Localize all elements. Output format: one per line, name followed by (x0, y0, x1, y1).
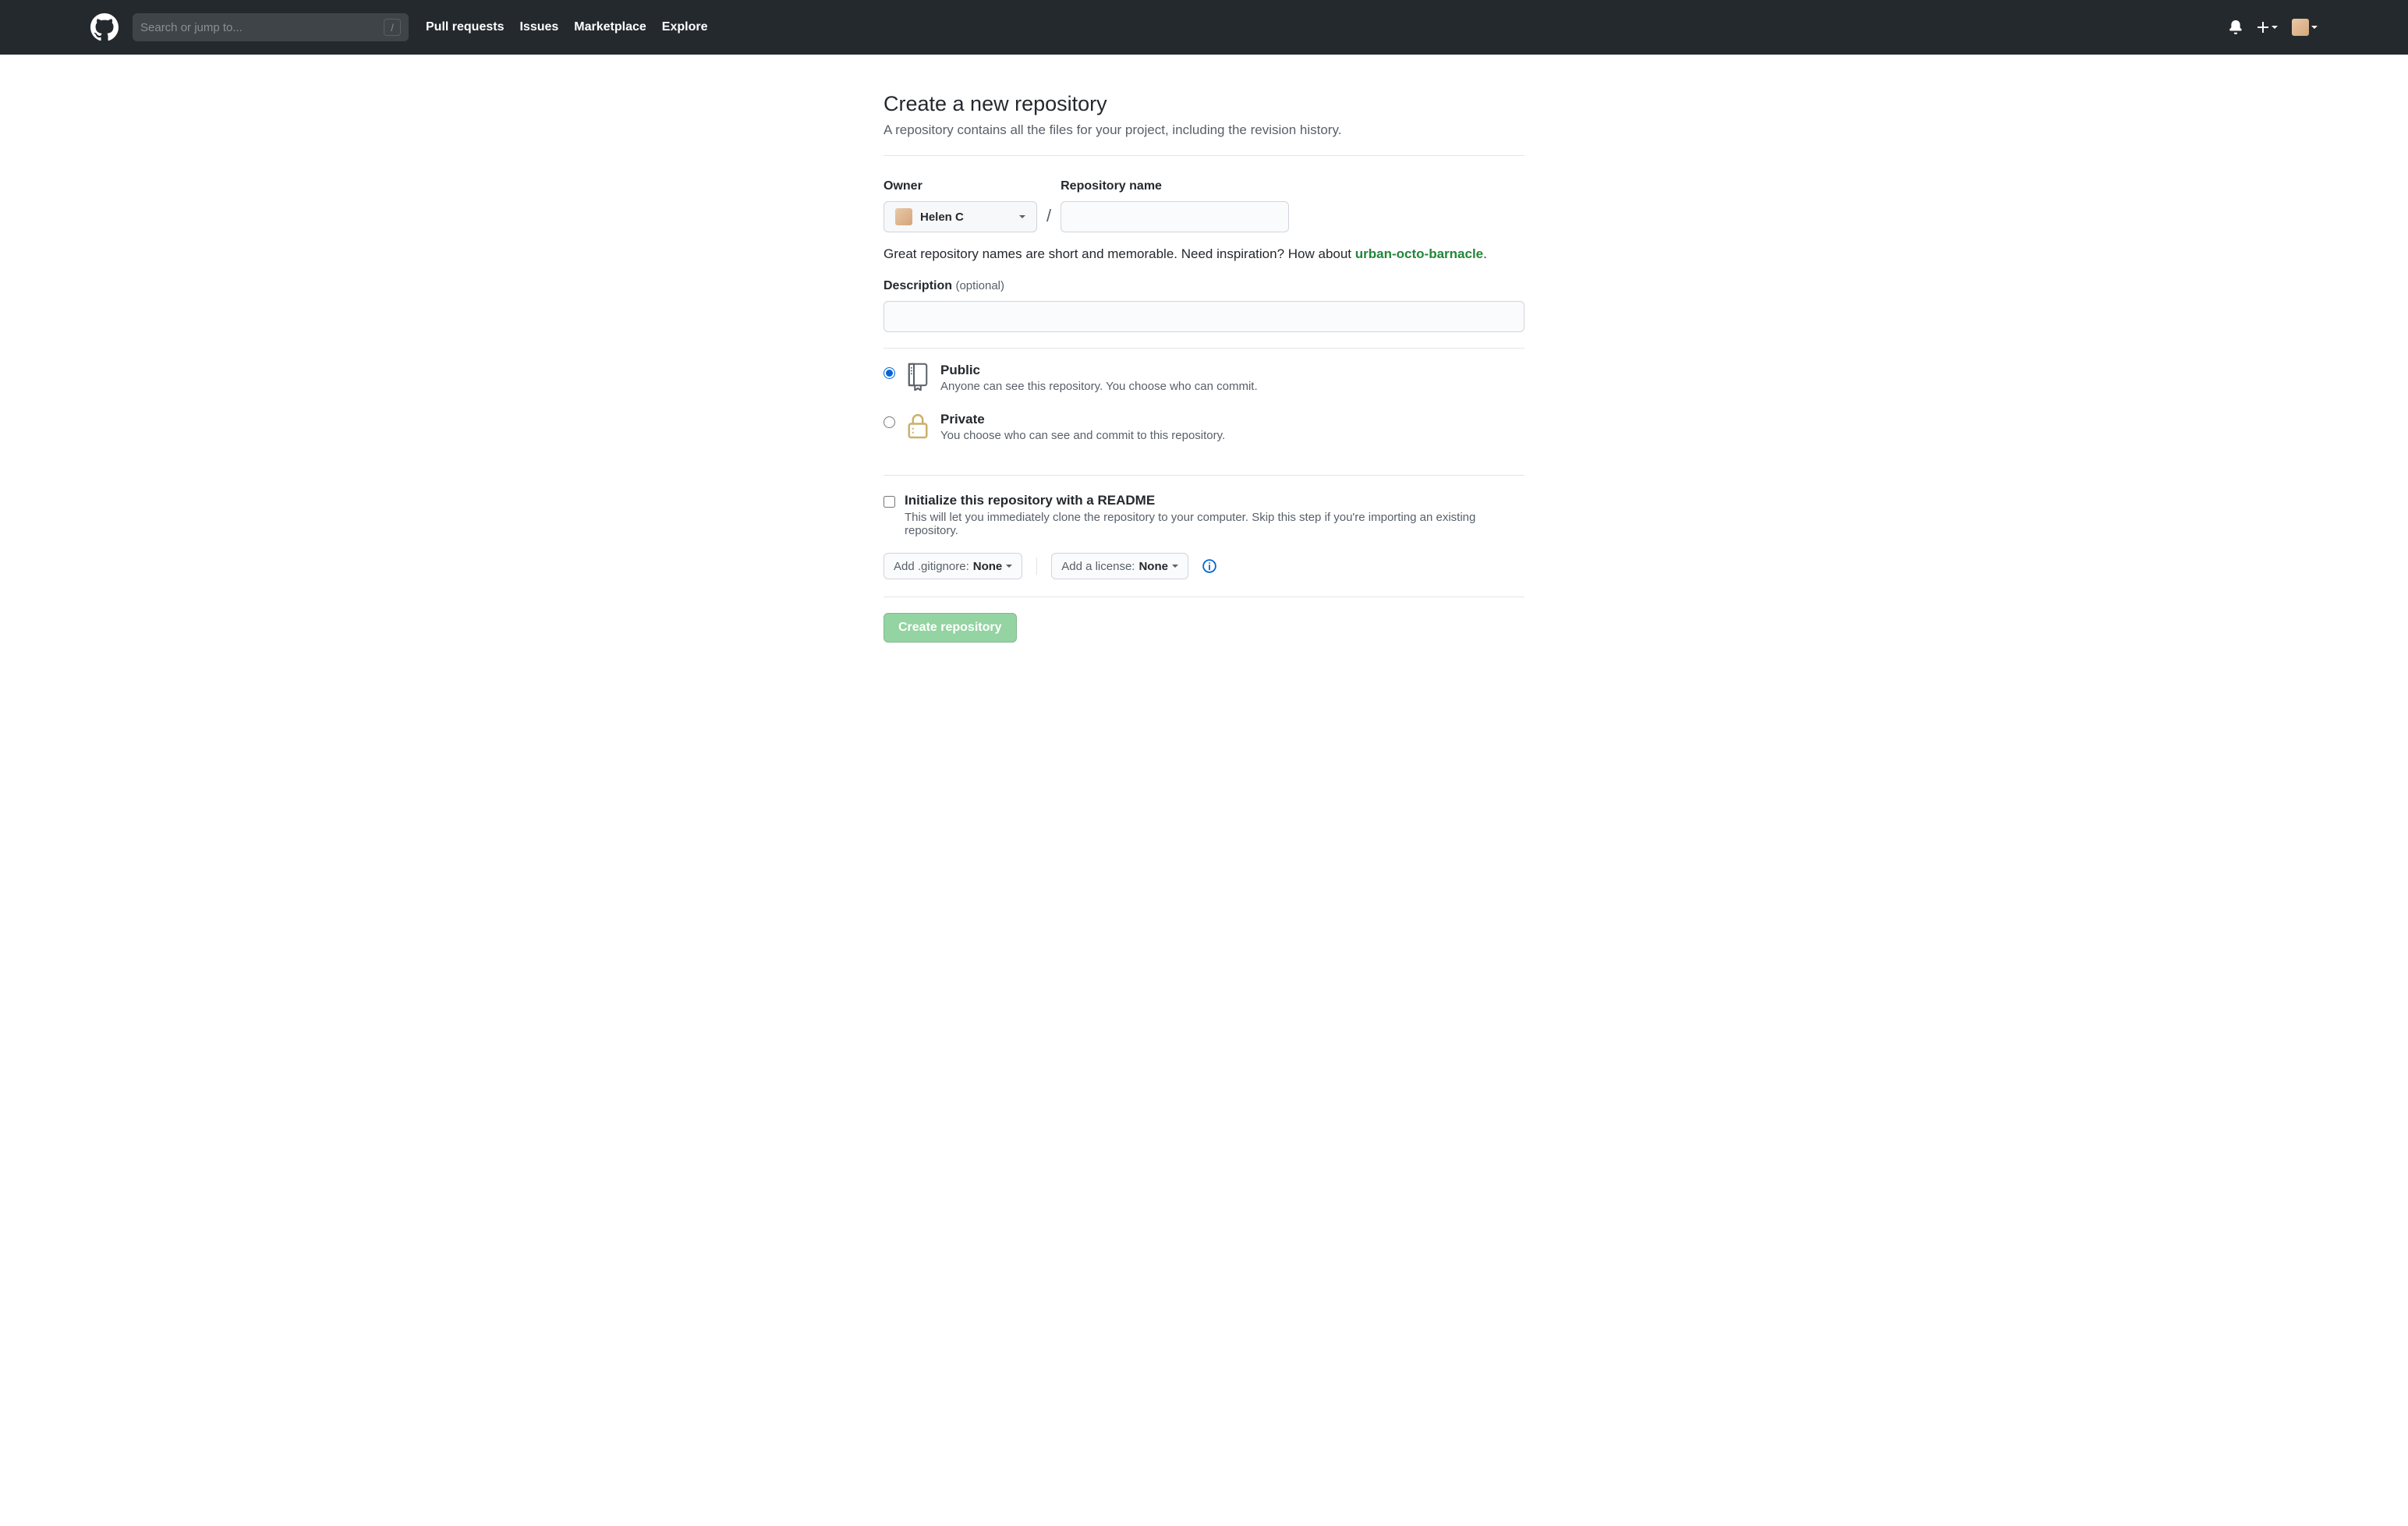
search-box[interactable]: / (133, 13, 409, 41)
gitignore-prefix: Add .gitignore: (894, 560, 969, 573)
public-radio[interactable] (884, 367, 895, 379)
repo-name-input[interactable] (1061, 201, 1289, 232)
visibility-public: Public Anyone can see this repository. Y… (884, 363, 1524, 393)
readme-check-row: Initialize this repository with a README… (884, 493, 1524, 537)
public-desc: Anyone can see this repository. You choo… (940, 380, 1258, 393)
slash-separator: / (1046, 206, 1051, 232)
readme-text: Initialize this repository with a README… (905, 493, 1482, 537)
nav-links: Pull requests Issues Marketplace Explore (426, 20, 707, 34)
owner-field: Owner Helen C (884, 179, 1037, 232)
nav-marketplace[interactable]: Marketplace (574, 20, 646, 34)
caret-down-icon (1172, 565, 1178, 568)
repo-name-field: Repository name (1061, 179, 1289, 232)
license-value: None (1138, 560, 1168, 573)
nav-pull-requests[interactable]: Pull requests (426, 20, 504, 34)
readme-desc: This will let you immediately clone the … (905, 511, 1482, 537)
slash-key-icon: / (384, 19, 401, 36)
caret-down-icon (1006, 565, 1012, 568)
description-input[interactable] (884, 301, 1524, 332)
nav-issues[interactable]: Issues (519, 20, 558, 34)
create-new-menu[interactable] (2257, 21, 2278, 34)
desc-label-text: Description (884, 279, 952, 292)
init-section: Initialize this repository with a README… (884, 476, 1524, 597)
caret-down-icon (2272, 26, 2278, 29)
avatar (2292, 19, 2309, 36)
page-title: Create a new repository (884, 92, 1524, 116)
hint-suffix: . (1483, 246, 1487, 261)
repo-icon (906, 363, 930, 391)
visibility-section: Public Anyone can see this repository. Y… (884, 349, 1524, 475)
lock-icon (906, 412, 930, 440)
caret-down-icon (2311, 26, 2318, 29)
desc-optional: (optional) (955, 279, 1004, 292)
vertical-separator (1036, 558, 1037, 575)
readme-title: Initialize this repository with a README (905, 493, 1482, 508)
gitignore-value: None (973, 560, 1003, 573)
page-subtitle: A repository contains all the files for … (884, 122, 1524, 138)
selectors-row: Add .gitignore: None Add a license: None (884, 553, 1524, 579)
public-text: Public Anyone can see this repository. Y… (940, 363, 1258, 393)
hint-prefix: Great repository names are short and mem… (884, 246, 1355, 261)
readme-checkbox[interactable] (884, 496, 895, 508)
private-desc: You choose who can see and commit to thi… (940, 429, 1225, 442)
license-prefix: Add a license: (1061, 560, 1135, 573)
public-title: Public (940, 363, 1258, 378)
private-radio[interactable] (884, 416, 895, 428)
name-suggestion[interactable]: urban-octo-barnacle (1355, 246, 1483, 261)
owner-select[interactable]: Helen C (884, 201, 1037, 232)
owner-label: Owner (884, 179, 1037, 193)
private-title: Private (940, 412, 1225, 427)
github-logo-icon[interactable] (90, 13, 119, 41)
gitignore-select[interactable]: Add .gitignore: None (884, 553, 1022, 579)
app-header: / Pull requests Issues Marketplace Explo… (0, 0, 2408, 55)
nav-explore[interactable]: Explore (662, 20, 708, 34)
repo-name-section: Owner Helen C / Repository name Great re… (884, 156, 1524, 348)
owner-value: Helen C (920, 211, 964, 224)
private-text: Private You choose who can see and commi… (940, 412, 1225, 442)
repo-name-label: Repository name (1061, 179, 1289, 193)
owner-avatar (895, 208, 912, 225)
submit-row: Create repository (884, 613, 1524, 643)
main-content: Create a new repository A repository con… (884, 55, 1524, 689)
description-label: Description (optional) (884, 279, 1524, 293)
name-hint: Great repository names are short and mem… (884, 246, 1524, 262)
header-left: / Pull requests Issues Marketplace Explo… (90, 13, 2229, 41)
create-repository-button[interactable]: Create repository (884, 613, 1017, 643)
header-right (2229, 19, 2318, 36)
caret-down-icon (1019, 215, 1025, 218)
search-input[interactable] (140, 21, 384, 34)
notifications-icon[interactable] (2229, 20, 2243, 34)
info-icon[interactable] (1202, 559, 1216, 573)
visibility-private: Private You choose who can see and commi… (884, 412, 1524, 442)
license-select[interactable]: Add a license: None (1051, 553, 1188, 579)
user-menu[interactable] (2292, 19, 2318, 36)
